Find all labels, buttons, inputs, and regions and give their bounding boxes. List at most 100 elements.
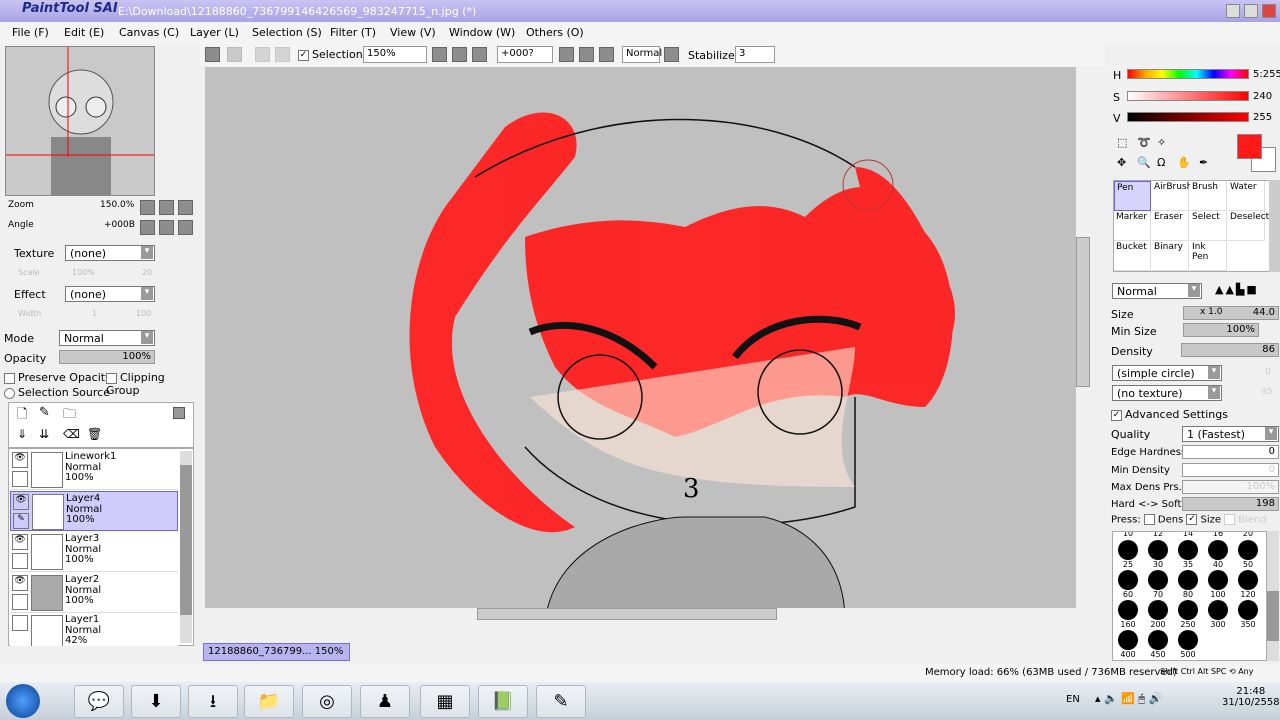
brush-size-preset[interactable]: 400 — [1113, 630, 1143, 660]
stabilizer-select[interactable]: 3 — [735, 46, 775, 63]
drawing-canvas[interactable]: 3 — [205, 67, 1090, 622]
eye-icon[interactable]: 👁 — [13, 494, 29, 510]
tool-water[interactable]: Water — [1228, 181, 1265, 211]
zoom-select[interactable]: 150% — [363, 46, 427, 63]
eye-icon[interactable]: 👁 — [12, 534, 28, 550]
start-button[interactable] — [6, 684, 40, 718]
eye-icon[interactable]: 👁 — [12, 575, 28, 591]
pen-icon[interactable]: ✎ — [13, 513, 29, 529]
layer-item-linework1[interactable]: 👁 Linework1 Normal 100% — [10, 450, 178, 490]
nav-rotate-left[interactable] — [140, 220, 155, 235]
taskbar-app-sai2[interactable]: ✎ — [536, 685, 586, 718]
brush-size-preset[interactable]: 250 — [1173, 600, 1203, 630]
brush-size-preset[interactable]: 40 — [1203, 540, 1233, 570]
menu-edit[interactable]: Edit (E) — [64, 26, 104, 39]
taskbar-app-app[interactable]: ♟ — [360, 685, 410, 718]
brush-size-preset[interactable]: 70 — [1143, 570, 1173, 600]
vertical-scrollbar[interactable] — [1076, 67, 1090, 622]
menu-view[interactable]: View (V) — [390, 26, 436, 39]
zoom-out-button[interactable] — [432, 47, 447, 62]
selection-source-radio[interactable]: Selection Source — [4, 386, 110, 399]
blend-mode-select[interactable]: Normal — [622, 46, 662, 63]
preserve-opacity-checkbox[interactable]: Preserve Opacity — [4, 371, 112, 384]
hand-icon[interactable]: ✋ — [1177, 156, 1191, 169]
transfer-down-icon[interactable]: ⇓ — [17, 427, 27, 441]
menu-window[interactable]: Window (W) — [449, 26, 515, 39]
tool-ink-pen[interactable]: Ink Pen — [1190, 241, 1227, 271]
tool-select[interactable]: Select — [1190, 211, 1227, 241]
opacity-slider[interactable]: 100% — [59, 350, 155, 364]
new-folder-icon[interactable]: 🗀 — [63, 405, 76, 427]
flip-button[interactable] — [664, 47, 679, 62]
brush-size-preset[interactable]: 35 — [1173, 540, 1203, 570]
brush-size-preset[interactable]: 300 — [1203, 600, 1233, 630]
saturation-slider[interactable] — [1127, 91, 1249, 101]
move-icon[interactable]: ✥ — [1117, 156, 1126, 169]
tray-icons[interactable]: ▴ 🔈 📶 🖱 🔊 — [1095, 692, 1162, 706]
brush-size-preset[interactable]: 200 — [1143, 600, 1173, 630]
advanced-settings-checkbox[interactable]: ✓ Advanced Settings — [1111, 408, 1228, 421]
tool-marker[interactable]: Marker — [1114, 211, 1151, 241]
zoom-value[interactable]: 150.0% — [100, 200, 134, 210]
layer-item-layer2[interactable]: 👁 Layer2 Normal 100% — [10, 573, 178, 613]
brush-size-preset[interactable]: 350 — [1233, 600, 1263, 630]
eyedropper-icon[interactable]: ✒ — [1199, 156, 1208, 169]
hue-slider[interactable] — [1127, 69, 1249, 79]
taskbar-app-sai[interactable]: ⬇ — [131, 685, 181, 718]
deselect-button[interactable] — [255, 47, 270, 62]
layer-item-layer4[interactable]: 👁 ✎ Layer4 Normal 100% — [10, 491, 178, 531]
lock-toggle[interactable] — [12, 471, 28, 487]
tool-eraser[interactable]: Eraser — [1152, 211, 1189, 241]
tool-brush[interactable]: Brush — [1190, 181, 1227, 211]
brush-size-preset[interactable]: 160 — [1113, 600, 1143, 630]
language-indicator[interactable]: EN — [1066, 694, 1080, 705]
zoom-in-button[interactable] — [452, 47, 467, 62]
rotate-reset-button[interactable] — [599, 47, 614, 62]
menu-others[interactable]: Others (O) — [526, 26, 584, 39]
brush-size-preset[interactable]: 500 — [1173, 630, 1203, 660]
lock-toggle[interactable] — [12, 594, 28, 610]
zoom-icon[interactable]: 🔍 — [1137, 156, 1151, 169]
tool-bucket[interactable]: Bucket — [1114, 241, 1151, 271]
taskbar-app-minecraft[interactable]: ▦ — [420, 685, 470, 718]
brush-shape-presets[interactable]: ▲▲▙■ — [1215, 283, 1259, 296]
rotate-icon[interactable]: Ω — [1157, 156, 1165, 169]
tool-scrollbar[interactable] — [1269, 180, 1280, 272]
nav-zoom-in[interactable] — [159, 200, 174, 215]
brush-size-preset[interactable]: 120 — [1233, 570, 1263, 600]
tool-airbrush[interactable]: AirBrush — [1152, 181, 1192, 211]
document-tab[interactable]: 12188860_736799... 150% — [203, 643, 350, 661]
angle-select[interactable]: +000? — [497, 46, 553, 63]
horizontal-scrollbar[interactable] — [205, 608, 1090, 622]
mode-select[interactable]: Normal — [59, 330, 155, 346]
brush-shape-select[interactable]: (simple circle) — [1112, 365, 1222, 381]
brush-size-preset[interactable]: 25 — [1113, 540, 1143, 570]
new-layer-icon[interactable]: 🗋 — [17, 405, 27, 427]
min-density-slider[interactable]: 0 — [1182, 463, 1279, 477]
checkbox[interactable]: ✓ — [298, 49, 309, 61]
press-size-checkbox[interactable]: ✓ — [1186, 514, 1198, 525]
magic-wand-icon[interactable]: ✧ — [1157, 136, 1166, 149]
eye-icon[interactable]: 👁 — [12, 452, 28, 468]
primary-color[interactable] — [1237, 134, 1262, 159]
invert-selection-button[interactable] — [275, 47, 290, 62]
press-dens-checkbox[interactable] — [1143, 514, 1155, 525]
minimize-button[interactable] — [1226, 4, 1240, 18]
lasso-icon[interactable]: ➰ — [1137, 136, 1151, 149]
merge-down-icon[interactable]: ⇊ — [39, 427, 49, 441]
taskbar-app-reader[interactable]: 📗 — [478, 685, 528, 718]
tool-pen[interactable]: Pen — [1114, 181, 1151, 211]
eye-toggle[interactable] — [12, 615, 28, 631]
layer-item-layer3[interactable]: 👁 Layer3 Normal 100% — [10, 532, 178, 572]
size-palette-scrollbar[interactable] — [1267, 531, 1279, 661]
zoom-reset-button[interactable] — [472, 47, 487, 62]
rotate-right-button[interactable] — [579, 47, 594, 62]
min-size-slider[interactable]: 100% — [1183, 323, 1259, 337]
menu-canvas[interactable]: Canvas (C) — [119, 26, 179, 39]
tool-deselect[interactable]: Deselect — [1228, 211, 1269, 241]
nav-zoom-reset[interactable] — [178, 200, 193, 215]
menu-file[interactable]: File (F) — [12, 26, 49, 39]
selection-toggle[interactable]: ✓ Selection — [298, 48, 363, 61]
clipping-group-checkbox[interactable]: Clipping Group — [106, 371, 198, 397]
menu-filter[interactable]: Filter (T) — [330, 26, 376, 39]
